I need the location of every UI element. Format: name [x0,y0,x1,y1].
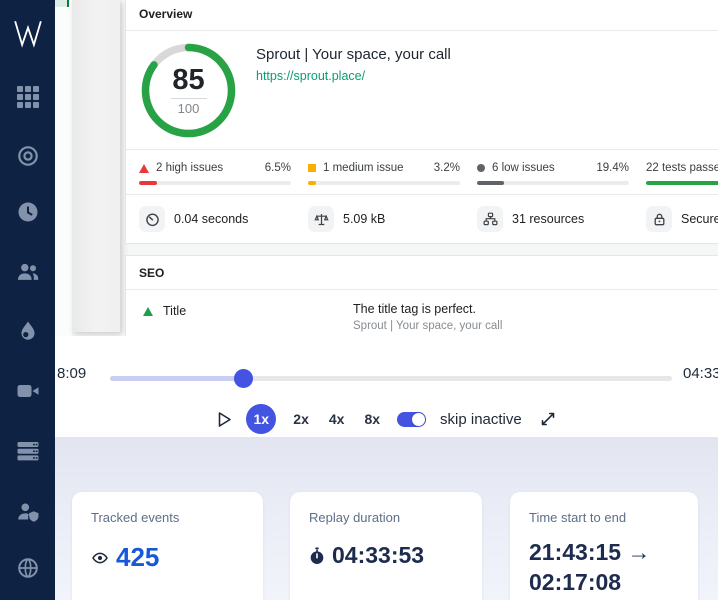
issue-percent: 3.2% [433,162,460,174]
overview-card: Overview 85 100 Sprout | Your space, you… [125,0,718,244]
playback-controls: 1x 2x 4x 8x skip inactive [55,402,718,436]
issue-low: 6 low issues 19.4% [477,162,629,194]
globe-icon[interactable] [17,557,39,579]
tests-passed-bar [646,181,718,185]
stat-label: Time start to end [529,510,627,525]
issue-high: 2 high issues 6.5% [139,162,291,194]
stopwatch-icon [310,547,324,564]
issue-medium: 1 medium issue 3.2% [308,162,460,194]
eye-icon [92,552,108,563]
metric-page-size: 5.09 kB [308,206,460,232]
end-time-label: 04:33 [683,365,718,382]
seo-value: Sprout | Your space, your call [353,320,503,332]
user-shield-icon[interactable] [17,500,39,522]
play-button[interactable] [217,411,232,428]
users-icon[interactable] [17,260,39,282]
gauge-icon [139,206,165,232]
metrics-row: 0.04 seconds 5.09 kB 31 resources Secure [126,195,718,232]
site-title: Sprout | Your space, your call [256,46,451,63]
issue-bar [139,181,291,185]
seo-header: SEO [126,256,718,290]
target-icon[interactable] [17,145,39,167]
page-preview-progress [55,0,69,7]
replay-duration-card: Replay duration 04:33:53 [290,492,482,600]
replay-duration-value: 04:33:53 [332,542,425,568]
seo-row-label: Title [163,304,187,318]
page-preview-strip [55,0,72,336]
issue-label: 6 low issues [492,162,555,174]
metric-secure: Secure [646,206,718,232]
current-time-label: 8:09 [57,365,87,382]
issue-bar [308,181,460,185]
speed-4x-button[interactable]: 4x [326,411,348,427]
metric-resources: 31 resources [477,206,629,232]
server-icon[interactable] [17,440,39,462]
replay-controls-strip: 8:09 04:33 1x 2x 4x 8x skip inactive [55,336,718,437]
session-stats-section: Tracked events 425 Replay duration 04:33… [55,437,718,600]
timeline-progress [110,376,244,381]
score-value: 85 [172,63,205,96]
metric-load-time: 0.04 seconds [139,206,291,232]
issue-label: 1 medium issue [323,162,404,174]
scale-icon [308,206,334,232]
time-start-value: 21:43:15 → [529,539,651,565]
skip-inactive-toggle[interactable] [397,411,427,427]
stat-label: Replay duration [309,510,401,525]
time-range-card: Time start to end 21:43:15 → 02:17:08 [510,492,698,600]
resources-icon [477,206,503,232]
site-url-link[interactable]: https://sprout.place/ [256,69,365,83]
score-section: 85 100 Sprout | Your space, your call ht… [126,31,718,150]
video-camera-icon[interactable] [17,380,39,402]
seo-title-row: Title The title tag is perfect. Sprout |… [126,290,718,332]
timeline-slider[interactable] [110,369,672,388]
issue-percent: 19.4% [596,162,629,174]
speed-1x-button[interactable]: 1x [246,404,277,434]
fullscreen-expand-icon[interactable] [540,411,556,427]
issue-bar [477,181,629,185]
overview-header: Overview [126,0,718,31]
apps-grid-icon[interactable] [17,86,39,108]
time-end-value: 02:17:08 [529,569,622,595]
low-issue-icon [477,164,485,172]
pass-triangle-icon [143,307,153,316]
issues-row: 2 high issues 6.5% 1 medium issue 3.2% 6… [126,150,718,195]
medium-issue-icon [308,164,316,172]
score-readout: 85 100 [140,42,237,139]
clock-icon[interactable] [17,201,39,223]
seo-description: The title tag is perfect. [353,302,476,316]
high-issue-icon [139,163,149,173]
toggle-knob [412,412,426,426]
lock-icon [646,206,672,232]
page-preview-panel [72,0,120,332]
issue-label: 2 high issues [156,162,224,174]
score-divider [170,98,207,100]
skip-inactive-label: skip inactive [440,410,522,428]
tracked-events-value: 425 [116,542,160,572]
speed-2x-button[interactable]: 2x [290,411,312,427]
heatmap-flame-icon[interactable] [17,320,39,342]
timeline-thumb[interactable] [233,369,253,388]
stat-label: Tracked events [91,510,180,525]
score-max: 100 [177,101,200,117]
tests-passed-label: 22 tests passed [646,162,718,174]
app-sidebar [0,0,55,600]
tests-passed: 22 tests passed [646,162,718,194]
tracked-events-card: Tracked events 425 [72,492,263,600]
issue-percent: 6.5% [264,162,291,174]
app-logo[interactable] [13,18,43,48]
speed-8x-button[interactable]: 8x [361,411,383,427]
